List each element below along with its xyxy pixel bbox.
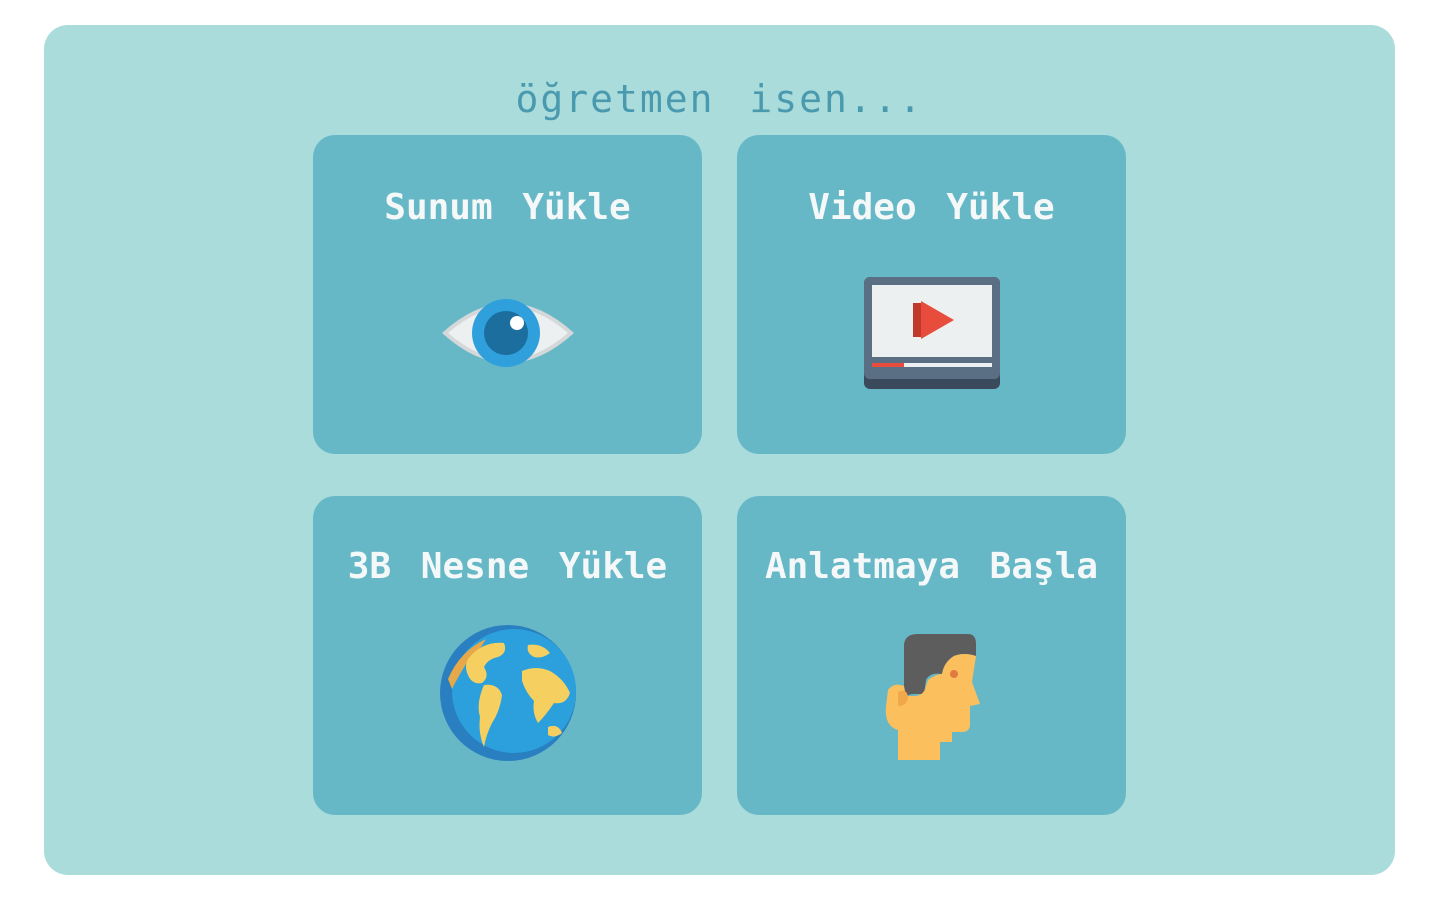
video-player-icon: [863, 277, 1000, 391]
start-lecture-label: Anlatmaya Başla: [764, 546, 1099, 587]
upload-video-label: Video Yükle: [808, 187, 1055, 228]
page-title: öğretmen isen...: [515, 77, 924, 121]
globe-icon: [438, 623, 578, 763]
upload-presentation-label: Sunum Yükle: [384, 187, 631, 228]
upload-3d-object-card[interactable]: 3B Nesne Yükle: [313, 496, 702, 815]
speaker-head-icon: [884, 634, 980, 762]
start-lecture-card[interactable]: Anlatmaya Başla: [737, 496, 1126, 815]
upload-presentation-card[interactable]: Sunum Yükle: [313, 135, 702, 454]
upload-video-card[interactable]: Video Yükle: [737, 135, 1126, 454]
eye-icon: [438, 285, 578, 385]
main-panel: öğretmen isen... Sunum Yükle Video Yükle: [44, 25, 1395, 875]
upload-3d-object-label: 3B Nesne Yükle: [347, 546, 668, 587]
